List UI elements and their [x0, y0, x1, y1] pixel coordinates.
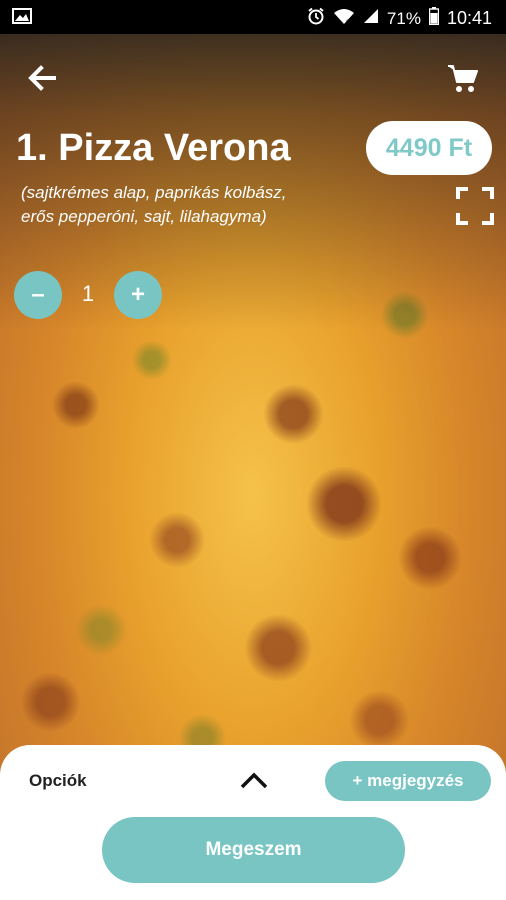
- increase-button[interactable]: +: [114, 271, 162, 319]
- status-bar: + 71% 10:41: [0, 0, 506, 34]
- signal-icon: [363, 8, 379, 29]
- product-description: (sajtkrémes alap, paprikás kolbász, erős…: [21, 183, 287, 226]
- add-note-button[interactable]: + megjegyzés: [325, 761, 491, 801]
- expand-options-button[interactable]: [234, 765, 274, 795]
- chevron-up-icon: [240, 772, 268, 789]
- product-title: 1. Pizza Verona: [16, 127, 291, 169]
- decrease-button[interactable]: –: [14, 271, 62, 319]
- quantity-value: 1: [81, 281, 95, 306]
- quantity-stepper: – 1 +: [14, 271, 164, 319]
- battery-percent: 71%: [386, 8, 421, 28]
- back-button[interactable]: [24, 60, 60, 96]
- alarm-icon: [307, 7, 325, 30]
- top-bar: [0, 52, 506, 102]
- fullscreen-icon: [456, 187, 494, 225]
- options-label: Opciók: [29, 771, 87, 790]
- fullscreen-button[interactable]: [456, 187, 494, 225]
- wifi-icon: +: [333, 8, 355, 29]
- image-icon: [12, 8, 32, 24]
- price-badge: 4490 Ft: [366, 121, 492, 175]
- cart-button[interactable]: [446, 62, 480, 96]
- svg-text:+: +: [346, 19, 350, 24]
- arrow-left-icon: [28, 65, 56, 91]
- cart-icon: [448, 65, 478, 92]
- battery-icon: [428, 7, 440, 30]
- bottom-panel: Opciók + megjegyzés Megeszem: [0, 745, 506, 900]
- submit-button[interactable]: Megeszem: [102, 817, 405, 883]
- clock: 10:41: [446, 8, 492, 28]
